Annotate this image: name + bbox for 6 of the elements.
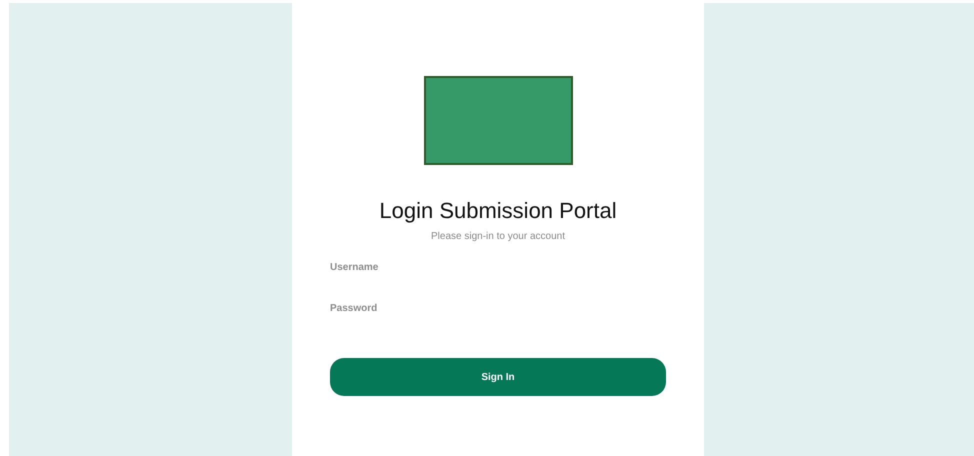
field-label: Password: [330, 303, 378, 314]
subtitle: Please sign-in to your account: [430, 231, 566, 242]
field-label: Username: [330, 262, 378, 273]
portal-title: Login Submission Portal: [378, 198, 618, 224]
sign-in-button[interactable]: Sign In: [330, 358, 666, 396]
logo-icon: [424, 76, 572, 165]
